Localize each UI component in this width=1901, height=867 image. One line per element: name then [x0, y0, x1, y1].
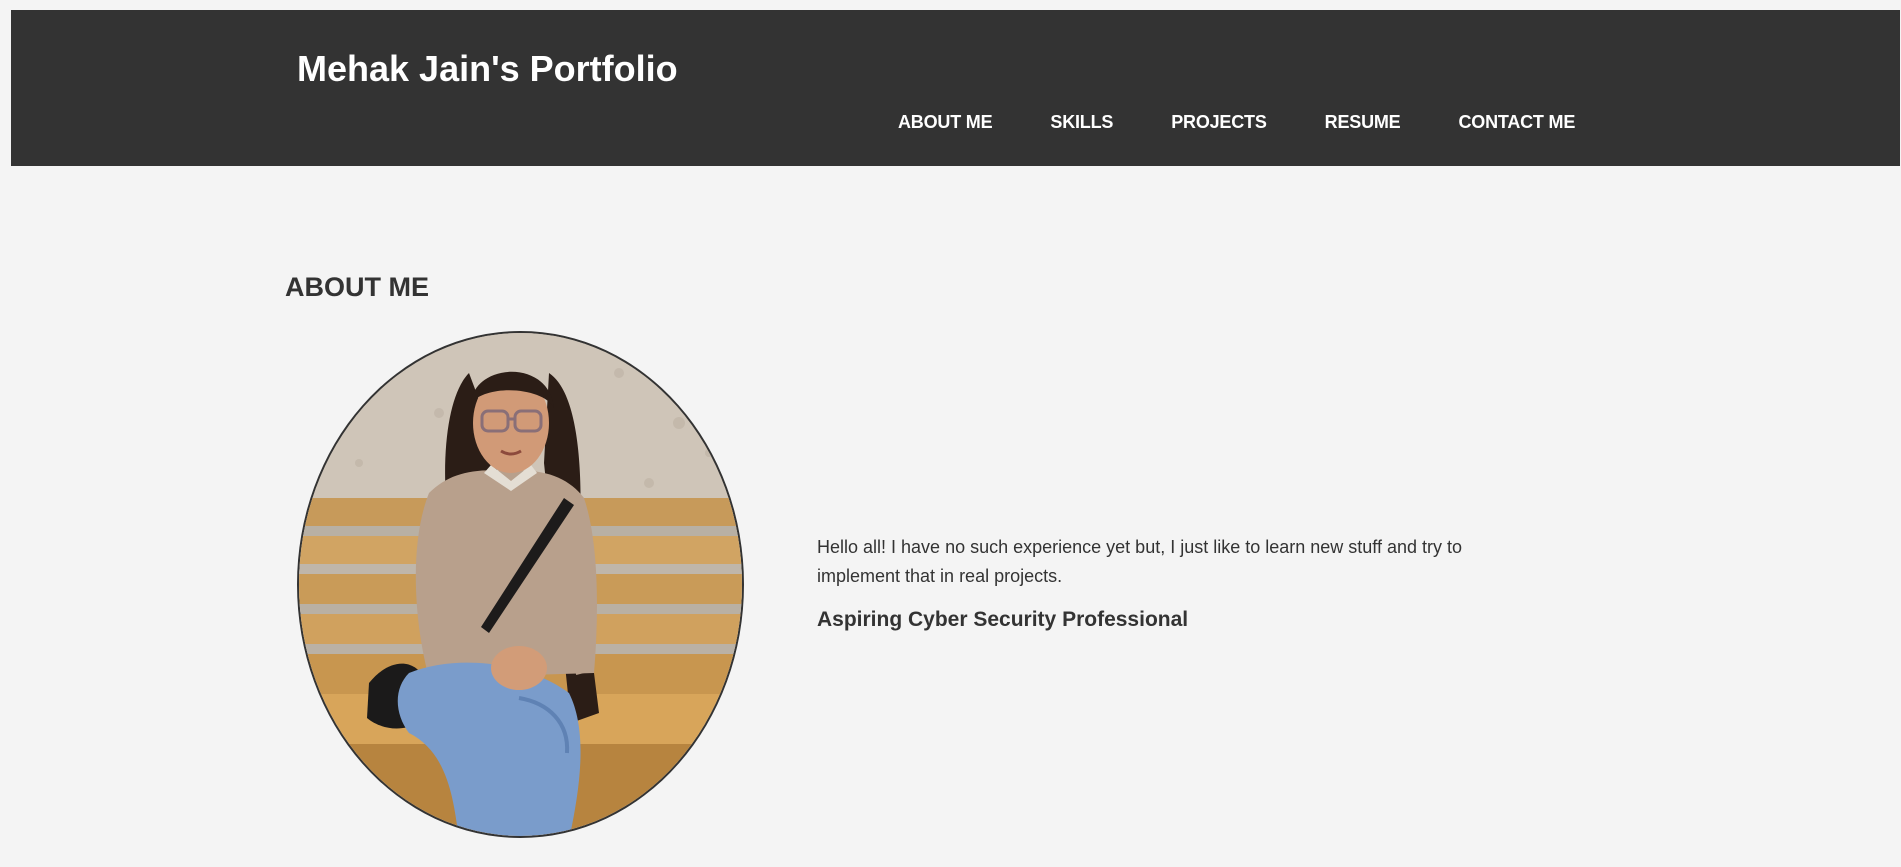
- profile-photo-illustration: [299, 333, 742, 836]
- nav-about-me-link[interactable]: ABOUT ME: [898, 110, 993, 134]
- professional-tagline: Aspiring Cyber Security Professional: [817, 608, 1189, 631]
- main-nav: ABOUT ME SKILLS PROJECTS RESUME CONTACT …: [898, 110, 1575, 134]
- nav-resume-link[interactable]: RESUME: [1325, 110, 1401, 134]
- profile-photo: [297, 331, 744, 838]
- about-description: Hello all! I have no such experience yet…: [817, 537, 1463, 586]
- nav-projects-link[interactable]: PROJECTS: [1171, 110, 1267, 134]
- page: Mehak Jain's Portfolio ABOUT ME SKILLS P…: [0, 0, 1901, 867]
- site-title[interactable]: Mehak Jain's Portfolio: [297, 48, 678, 90]
- nav-contact-me-link[interactable]: CONTACT ME: [1458, 110, 1575, 134]
- site-header: Mehak Jain's Portfolio ABOUT ME SKILLS P…: [11, 10, 1900, 166]
- nav-skills-link[interactable]: SKILLS: [1050, 110, 1113, 134]
- about-heading: ABOUT ME: [285, 272, 429, 302]
